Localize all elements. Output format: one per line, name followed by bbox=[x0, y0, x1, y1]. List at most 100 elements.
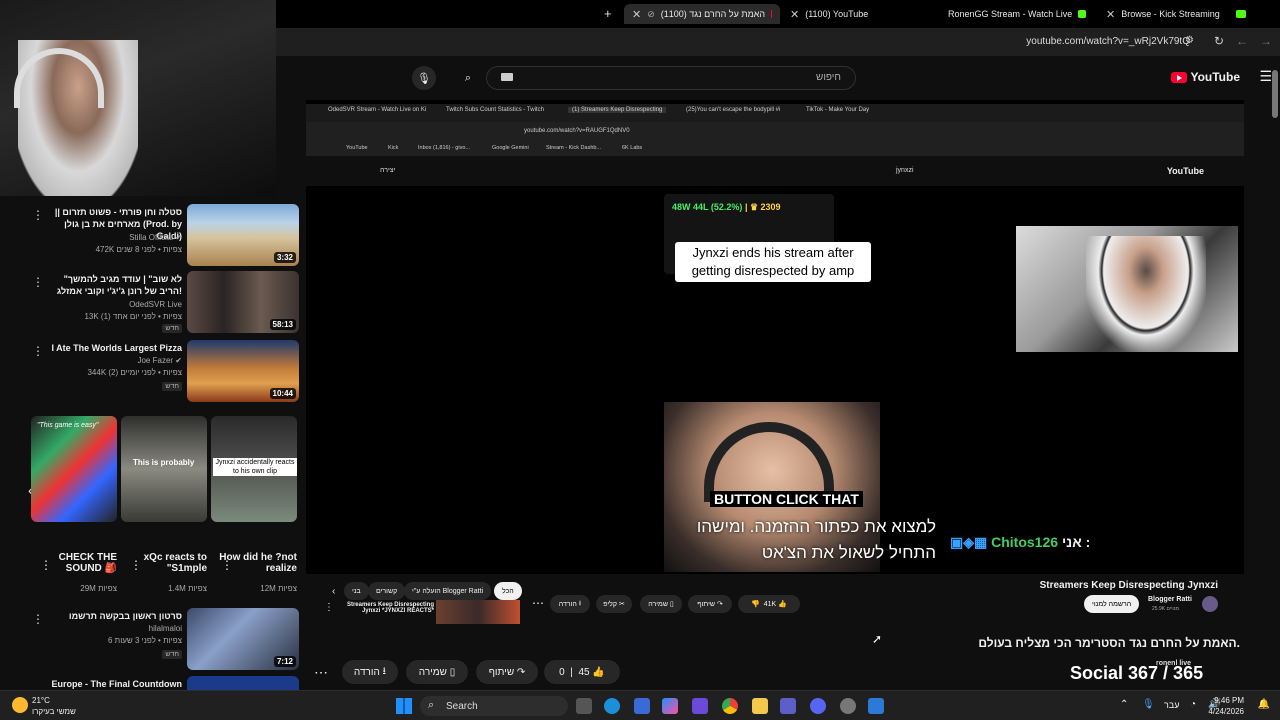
video-meta: 344K צפיות • לפני יומיים (2) bbox=[87, 368, 182, 377]
channel-name[interactable]: OdedSVR Live bbox=[129, 300, 182, 309]
dislike-count[interactable]: 0 bbox=[559, 667, 565, 678]
taskbar-search[interactable]: ⌕ Search bbox=[420, 696, 568, 716]
close-tab-icon[interactable]: ✕ bbox=[790, 8, 799, 21]
chip-all[interactable]: הכל bbox=[494, 582, 522, 600]
page-scrollbar[interactable] bbox=[1272, 60, 1278, 680]
settings-icon[interactable] bbox=[840, 698, 856, 714]
list-item[interactable]: ⋮ "לא שוב" | עודד מגיב להמשך הריב של רונ… bbox=[0, 267, 306, 333]
tray-overflow-icon[interactable]: ⌃ bbox=[1120, 699, 1128, 710]
dislike-icon[interactable]: 👎 bbox=[751, 600, 760, 608]
video-player[interactable]: OdedSVR Stream - Watch Live on Ki Twitch… bbox=[306, 100, 1244, 574]
app-icon[interactable] bbox=[692, 698, 708, 714]
inner-channel-name[interactable]: Blogger Ratti bbox=[1148, 596, 1192, 603]
network-icon[interactable]: ◔ bbox=[1190, 699, 1196, 710]
discord-icon[interactable] bbox=[810, 698, 826, 714]
save-button[interactable]: שמירה ▯ bbox=[406, 660, 468, 684]
download-button[interactable]: הורדה ⭳ bbox=[342, 660, 398, 684]
more-options-icon[interactable]: ⋮ bbox=[324, 602, 334, 613]
like-count[interactable]: 45 bbox=[578, 667, 589, 678]
clip-caption: BUTTON CLICK THAT bbox=[710, 491, 863, 507]
short-thumbnail[interactable]: This is probably bbox=[121, 416, 207, 522]
tab-youtube[interactable]: ✕ (1100) YouTube bbox=[782, 4, 932, 24]
inner-download-button[interactable]: הורדה ⭳ bbox=[550, 595, 590, 613]
inner-bookmark: Kick bbox=[388, 145, 399, 151]
youtube-logo[interactable]: YouTube bbox=[1171, 70, 1240, 84]
video-thumbnail[interactable]: 58:13 bbox=[187, 271, 299, 333]
short-thumbnail[interactable]: Jynxzi accidentally reacts to his own cl… bbox=[211, 416, 297, 522]
short-thumbnail[interactable]: "This game is easy" bbox=[31, 416, 117, 522]
list-item[interactable]: ⋮ סטלה וחן פורתי - פשוט תזרום || מארחים … bbox=[0, 200, 306, 266]
inner-share-button[interactable]: שיתוף ↷ bbox=[688, 595, 732, 613]
channel-name[interactable]: hilalmaloi bbox=[149, 624, 182, 633]
chrome-icon[interactable] bbox=[722, 698, 738, 714]
inner-next-thumbnail[interactable] bbox=[436, 600, 520, 624]
clock[interactable]: 9:46 PM 4/24/2026 bbox=[1208, 695, 1244, 717]
chat-message: ▣◈▦ Chitos126 אני : bbox=[950, 534, 1090, 551]
back-icon[interactable]: ← bbox=[1236, 34, 1248, 48]
task-view-icon[interactable] bbox=[576, 698, 592, 714]
edge-icon[interactable] bbox=[604, 698, 620, 714]
video-title[interactable]: Europe - The Final Countdown bbox=[42, 678, 183, 690]
video-title[interactable]: סרטון ראשון בבקשה תרשמו bbox=[42, 610, 182, 622]
language-indicator[interactable]: עבר bbox=[1164, 700, 1179, 710]
short-title[interactable]: CHECK THE SOUND 🎒 bbox=[31, 552, 117, 574]
short-title[interactable]: xQc reacts to "S1mple bbox=[121, 552, 207, 574]
copilot-icon[interactable] bbox=[662, 698, 678, 714]
video-thumbnail[interactable]: 3:32 bbox=[187, 204, 299, 266]
start-icon[interactable] bbox=[396, 698, 412, 714]
inner-channel-avatar[interactable] bbox=[1202, 596, 1218, 612]
tab-ronengg[interactable]: RonenGG Stream - Watch Live bbox=[940, 4, 1094, 24]
store-icon[interactable] bbox=[634, 698, 650, 714]
channel-name[interactable]: Stilla Official ✔ bbox=[129, 233, 182, 242]
share-label: שיתוף bbox=[488, 666, 515, 678]
microphone-icon[interactable]: 🎙 bbox=[1142, 699, 1155, 710]
app-icon[interactable] bbox=[868, 698, 884, 714]
list-item[interactable]: ⋮ סרטון ראשון בבקשה תרשמו hilalmaloi 6 צ… bbox=[0, 604, 306, 670]
forward-icon[interactable]: → bbox=[1260, 34, 1272, 48]
address-bar[interactable]: youtube.com/watch?v=_wRj2Vk79tQ ⚙ ↻ ← → bbox=[276, 28, 1280, 56]
duration-badge: 7:12 bbox=[273, 656, 296, 667]
search-button[interactable]: ⌕ bbox=[456, 66, 480, 90]
list-item[interactable]: ⋮ I Ate The Worlds Largest Pizza Joe Faz… bbox=[0, 336, 306, 402]
tab-active[interactable]: ✕ ⊘ (1100) האמת על החרם נגד bbox=[624, 4, 780, 24]
inner-next-title[interactable]: Streamers Keep Disrespecting Jynxzi *JYN… bbox=[336, 602, 434, 614]
video-title[interactable]: I Ate The Worlds Largest Pizza bbox=[42, 342, 182, 354]
url-text[interactable]: youtube.com/watch?v=_wRj2Vk79tQ bbox=[1026, 36, 1190, 47]
inner-subscribe-button[interactable]: הרשמה למנוי bbox=[1084, 595, 1140, 613]
short-title[interactable]: How did he ?not realize bbox=[211, 552, 297, 574]
video-thumbnail[interactable]: 7:12 bbox=[187, 608, 299, 670]
inner-save-button[interactable]: שמירה ▯ bbox=[640, 595, 682, 613]
video-thumbnail[interactable]: 10:44 bbox=[187, 340, 299, 402]
channel-name[interactable]: Joe Fazer ✔ bbox=[137, 356, 182, 365]
scrollbar-thumb[interactable] bbox=[1272, 70, 1278, 118]
share-button[interactable]: שיתוף ↷ bbox=[476, 660, 538, 684]
video-caption: Jynxzi ends his stream after getting dis… bbox=[675, 242, 871, 282]
inner-clip-button[interactable]: קליפ ✂ bbox=[596, 595, 632, 613]
more-actions-icon[interactable]: ⋯ bbox=[314, 664, 328, 681]
weather-widget[interactable]: 21°C שמשי בעיקרו bbox=[32, 695, 76, 717]
chip[interactable]: בני bbox=[344, 582, 369, 600]
menu-icon[interactable]: ☰ bbox=[1259, 68, 1272, 85]
kick-icon bbox=[1235, 10, 1246, 18]
video-thumbnail[interactable] bbox=[187, 676, 299, 690]
chip[interactable]: הועלה ע"י Blogger Ratti bbox=[404, 582, 492, 600]
chip-prev-icon[interactable]: ‹ bbox=[332, 586, 335, 597]
site-settings-icon[interactable]: ⚙ bbox=[1185, 35, 1194, 46]
video-title[interactable]: "לא שוב" | עודד מגיב להמשך הריב של רונן … bbox=[42, 273, 182, 297]
teams-icon[interactable] bbox=[780, 698, 796, 714]
chip[interactable]: קשורים bbox=[368, 582, 406, 600]
more-actions-icon[interactable]: ⋯ bbox=[532, 596, 544, 610]
inner-like-button[interactable]: 👎 41K 👍 bbox=[738, 595, 800, 613]
file-explorer-icon[interactable] bbox=[752, 698, 768, 714]
search-input[interactable]: חיפוש bbox=[486, 66, 856, 90]
tab-kick-browse[interactable]: ✕ Browse - Kick Streaming bbox=[1098, 4, 1254, 24]
list-item[interactable]: Europe - The Final Countdown bbox=[0, 672, 306, 690]
close-tab-icon[interactable]: ✕ bbox=[632, 8, 641, 21]
new-tab-button[interactable]: + bbox=[604, 6, 612, 21]
keyboard-icon[interactable] bbox=[501, 73, 513, 81]
video-subtitles: למצוא את כפתור ההזמנה. ומישהו התחיל לשאו… bbox=[636, 514, 936, 566]
close-tab-icon[interactable]: ✕ bbox=[1106, 8, 1115, 21]
voice-search-button[interactable]: 🎙 bbox=[412, 66, 436, 90]
reload-icon[interactable]: ↻ bbox=[1214, 34, 1224, 48]
notifications-icon[interactable]: 🔔 bbox=[1258, 699, 1270, 710]
